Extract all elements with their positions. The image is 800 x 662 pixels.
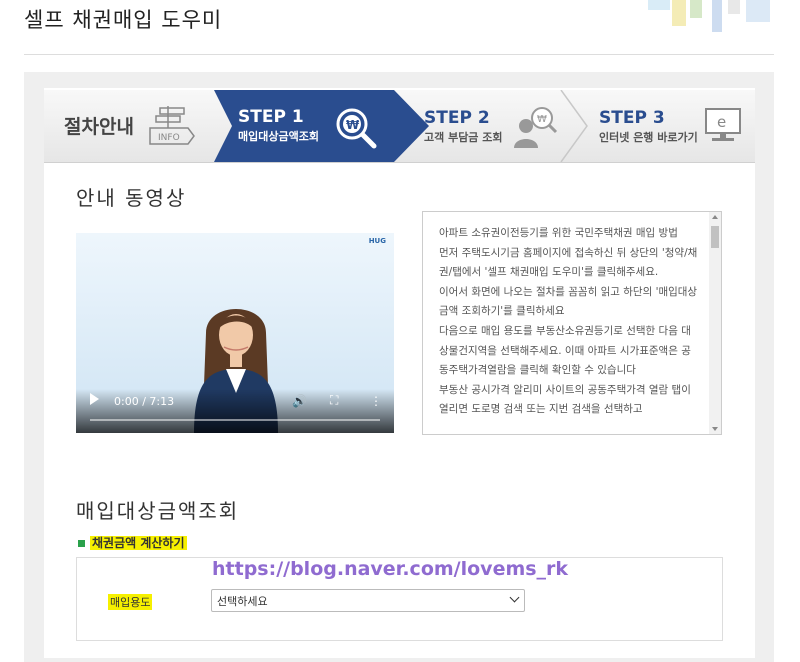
monitor-icon: e <box>705 108 741 141</box>
step1-tab[interactable]: STEP 1 매입대상금액조회 ₩ <box>214 90 429 162</box>
step2-subtitle: 고객 부담금 조회 <box>424 131 503 144</box>
play-icon[interactable] <box>90 393 99 405</box>
description-line: 이어서 화면에 나오는 절차를 꼼꼼히 읽고 하단의 '매입대상금액 조회하기'… <box>439 285 698 318</box>
step3-subtitle: 인터넷 은행 바로가기 <box>599 131 698 144</box>
purchase-purpose-select[interactable]: 선택하세요 <box>211 589 525 612</box>
volume-icon[interactable]: 🔊 <box>292 394 307 408</box>
bond-calc-text: 채권금액 계산하기 <box>90 536 187 550</box>
info-signpost-icon: INFO <box>149 106 195 145</box>
video-section-title: 안내 동영상 <box>76 186 187 210</box>
description-line: 먼저 주택도시기금 홈페이지에 접속하신 뒤 상단의 '청약/채권/탭에서 '셀… <box>439 246 698 279</box>
bond-calc-label: 채권금액 계산하기 <box>78 534 187 551</box>
video-time: 0:00 / 7:13 <box>114 395 175 408</box>
procedure-guide-label: 절차안내 <box>64 116 134 138</box>
select-value: 선택하세요 <box>217 595 268 608</box>
customer-search-icon: ₩ <box>514 107 558 148</box>
step3-title: STEP 3 <box>599 108 665 128</box>
description-line: 부동산 공시가격 알리미 사이트의 공동주택가격 열람 탭이 열리면 도로명 검… <box>439 383 691 416</box>
step2-tab[interactable]: STEP 2 고객 부담금 조회 ₩ <box>424 90 624 162</box>
logo-graphic <box>648 0 770 32</box>
info-icon-text: INFO <box>158 133 180 143</box>
page-title: 셀프 채권매입 도우미 <box>24 8 223 32</box>
purchase-purpose-label: 매입용도 <box>108 594 153 610</box>
description-scrollbar[interactable] <box>709 212 721 434</box>
scroll-down-icon[interactable] <box>712 427 718 431</box>
svg-text:₩: ₩ <box>346 118 360 132</box>
svg-text:₩: ₩ <box>537 114 547 125</box>
more-options-icon[interactable]: ⋮ <box>370 394 382 408</box>
step1-subtitle: 매입대상금액조회 <box>238 130 319 143</box>
step3-tab[interactable]: STEP 3 인터넷 은행 바로가기 e <box>599 90 755 162</box>
hug-logo: HUG <box>368 237 386 245</box>
video-progress-bar[interactable] <box>90 419 380 421</box>
blog-watermark: https://blog.naver.com/lovems_rk <box>212 558 569 580</box>
step2-title: STEP 2 <box>424 108 490 128</box>
video-description-box[interactable]: 아파트 소유권이전등기를 위한 국민주택채권 매입 방법 먼저 주택도시기금 홈… <box>422 211 722 435</box>
video-description-text: 아파트 소유권이전등기를 위한 국민주택채권 매입 방법 먼저 주택도시기금 홈… <box>439 224 699 420</box>
svg-text:e: e <box>717 113 726 131</box>
description-line: 아파트 소유권이전등기를 위한 국민주택채권 매입 방법 <box>439 227 678 239</box>
scroll-thumb[interactable] <box>711 226 719 248</box>
chevron-down-icon <box>509 592 520 603</box>
fullscreen-icon[interactable]: ⛶ <box>330 393 338 408</box>
divider <box>24 54 774 55</box>
scroll-up-icon[interactable] <box>712 215 718 219</box>
guide-video-player[interactable]: HUG 0:00 / 7:13 🔊 ⛶ ⋮ <box>76 233 394 433</box>
bullet-icon <box>78 540 85 547</box>
lookup-section-title: 매입대상금액조회 <box>76 499 240 523</box>
step-divider-chevron <box>560 90 588 162</box>
step-navigation: 절차안내 INFO STEP 1 매입대상금액조회 ₩ STEP 2 고객 부담… <box>44 90 755 163</box>
magnifier-won-icon: ₩ <box>336 108 377 149</box>
step1-title: STEP 1 <box>238 107 304 127</box>
description-line: 다음으로 매입 용도를 부동산소유권등기로 선택한 다음 대상물건지역을 선택해… <box>439 324 691 377</box>
